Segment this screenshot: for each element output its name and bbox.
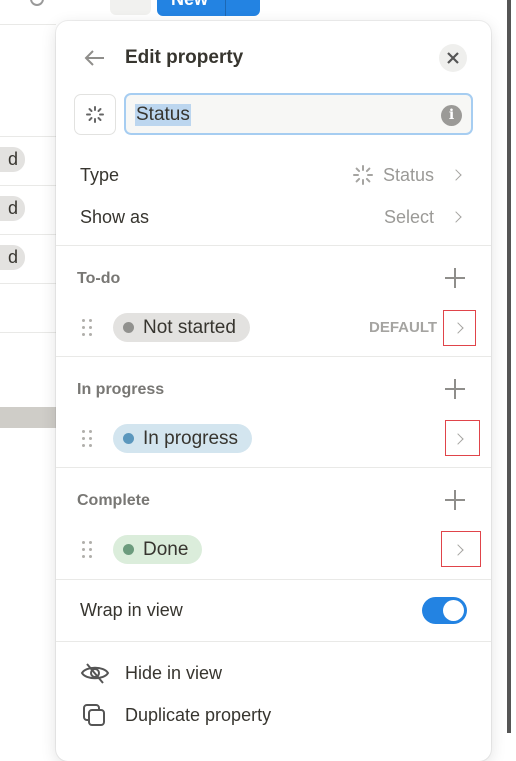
background-bar — [0, 407, 56, 428]
divider — [0, 136, 56, 137]
row-tag: d — [0, 196, 25, 221]
eye-off-icon — [80, 663, 110, 684]
panel-title: Edit property — [125, 47, 244, 68]
add-option-plus-icon[interactable] — [444, 267, 466, 289]
type-value: Status — [383, 165, 435, 185]
divider — [56, 245, 491, 246]
row-tag: d — [0, 147, 25, 172]
default-badge: DEFAULT — [369, 319, 438, 336]
property-icon-button[interactable] — [74, 94, 116, 135]
divider — [56, 467, 491, 468]
add-option-plus-icon[interactable] — [444, 489, 466, 511]
scrollbar[interactable] — [507, 0, 511, 733]
row-tag: d — [0, 245, 25, 270]
property-name-input[interactable]: Status i — [124, 93, 473, 135]
divider — [56, 579, 491, 580]
new-button[interactable]: New — [157, 0, 260, 16]
option-done[interactable]: Done — [113, 535, 203, 564]
option-label: Not started — [143, 317, 236, 338]
close-button[interactable] — [439, 44, 467, 72]
new-button-divider — [225, 0, 226, 16]
wrap-in-view-toggle[interactable] — [422, 597, 467, 624]
drag-handle-icon[interactable] — [82, 319, 94, 337]
show-as-value: Select — [384, 207, 435, 227]
option-in-progress[interactable]: In progress — [113, 424, 253, 453]
divider — [0, 234, 56, 235]
status-type-icon — [353, 165, 373, 185]
property-name-value: Status — [135, 104, 191, 126]
status-dot — [123, 544, 134, 555]
show-as-label: Show as — [80, 207, 150, 227]
duplicate-property-label: Duplicate property — [125, 705, 272, 725]
close-icon — [447, 52, 459, 64]
divider — [0, 283, 56, 284]
wrap-in-view-label: Wrap in view — [80, 600, 183, 620]
new-button-label: New — [171, 0, 208, 9]
group-label-complete: Complete — [77, 492, 150, 509]
option-label: Done — [143, 539, 189, 560]
option-not-started[interactable]: Not started — [113, 313, 250, 342]
search-icon[interactable] — [30, 0, 44, 6]
info-icon[interactable]: i — [441, 105, 462, 126]
divider — [0, 24, 56, 25]
add-option-plus-icon[interactable] — [444, 378, 466, 400]
status-icon — [86, 106, 104, 123]
divider — [56, 641, 491, 642]
option-label: In progress — [143, 428, 239, 449]
status-dot — [123, 433, 134, 444]
divider — [56, 356, 491, 357]
divider — [0, 332, 56, 333]
type-label: Type — [80, 165, 120, 185]
back-arrow-icon[interactable] — [84, 49, 106, 67]
toolbar-button[interactable] — [110, 0, 151, 15]
duplicate-icon — [83, 704, 105, 726]
status-dot — [123, 322, 134, 333]
group-label-in-progress: In progress — [77, 381, 165, 398]
group-label-todo: To-do — [77, 270, 121, 287]
drag-handle-icon[interactable] — [82, 430, 94, 448]
toggle-knob — [443, 600, 464, 621]
divider — [0, 185, 56, 186]
drag-handle-icon[interactable] — [82, 541, 94, 559]
hide-in-view-label: Hide in view — [125, 663, 223, 683]
